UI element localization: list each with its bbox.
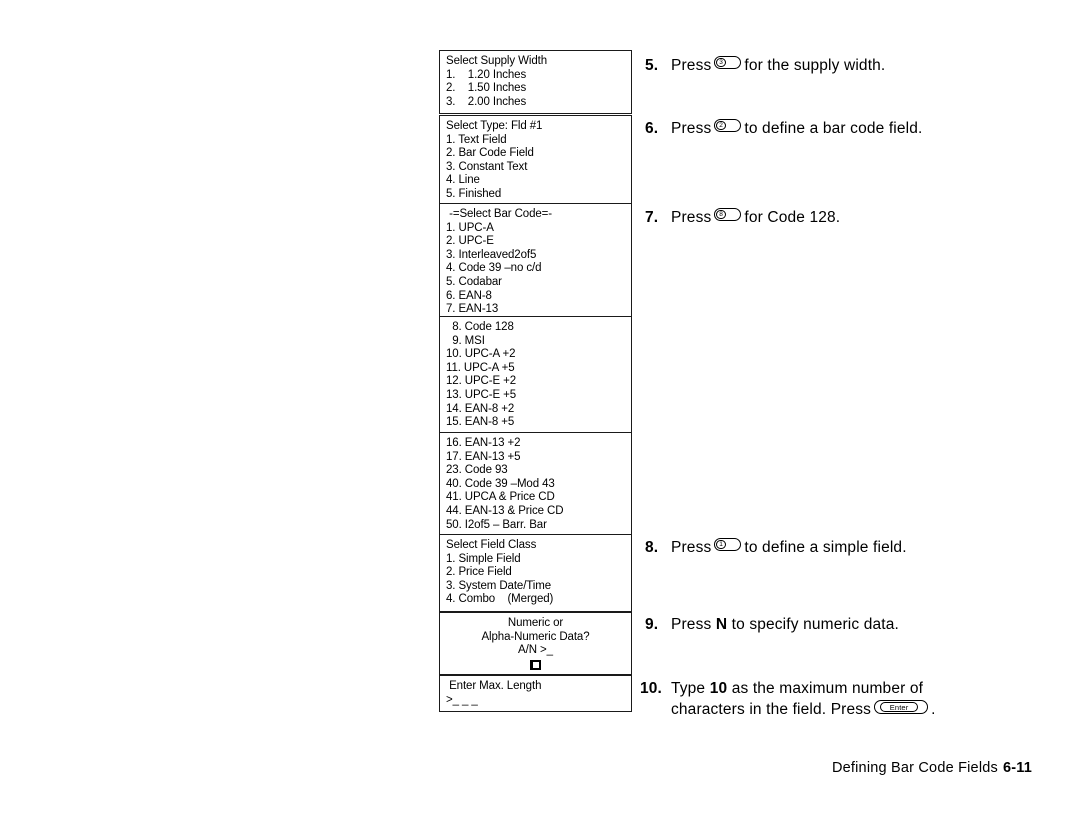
lcd-screen-select-bar-code-page2: 8. Code 128 9. MSI 10. UPC-A +2 11. UPC-A … bbox=[439, 316, 632, 435]
select-bar-code-page1-line-6: 5. Codabar bbox=[446, 275, 502, 288]
page-footer: Defining Bar Code Fields 6-11 bbox=[832, 760, 1032, 776]
step-9-post-text: to specify numeric data. bbox=[731, 616, 899, 633]
select-bar-code-page3-line-6: 44. EAN-13 & Price CD bbox=[446, 504, 564, 517]
numeric-or-alpha-numeric-prompt-line-3: A/N >_ bbox=[518, 644, 553, 657]
select-bar-code-page2-line-4: 11. UPC-A +5 bbox=[446, 361, 515, 374]
step-10-body: Type 10 as the maximum number of charact… bbox=[671, 678, 1001, 720]
numeric-or-alpha-numeric-prompt-line-1: Numeric or bbox=[507, 617, 564, 629]
select-bar-code-page2-line-7: 14. EAN-8 +2 bbox=[446, 402, 515, 415]
step-5-post-text: for the supply width. bbox=[744, 57, 886, 74]
step-8-body: Press 1 to define a simple field. bbox=[671, 537, 907, 558]
select-bar-code-page2-line-2: 9. MSI bbox=[446, 334, 485, 347]
select-field-class-line-4: 3. System Date/Time bbox=[446, 579, 552, 592]
cursor-glyph bbox=[530, 659, 541, 670]
lcd-screen-select-supply-width: Select Supply Width 1. 1.20 Inches 2. 1.50… bbox=[439, 50, 632, 115]
select-field-class-line-3: 2. Price Field bbox=[446, 566, 512, 579]
select-bar-code-page3-line-1: 16. EAN-13 +2 bbox=[446, 437, 521, 449]
enter-max-length-line-2: >_ _ _ bbox=[446, 693, 478, 706]
step-7-pre-text: Press bbox=[671, 209, 712, 226]
keycap-enter-icon[interactable]: Enter bbox=[874, 700, 929, 714]
select-field-class-line-1: Select Field Class bbox=[446, 539, 537, 551]
select-bar-code-page1-line-4: 3. Interleaved2of5 bbox=[446, 248, 537, 261]
select-type-fld1-line-2: 1. Text Field bbox=[446, 133, 507, 146]
step-8-pre-text: Press bbox=[671, 539, 712, 556]
step-9-number: 9. bbox=[645, 616, 659, 633]
lcd-screen-numeric-prompt: Numeric or Alpha-Numeric Data? A/N >_ bbox=[439, 612, 632, 675]
select-type-fld1-line-4: 3. Constant Text bbox=[446, 160, 528, 173]
keycap-3-icon[interactable]: 3 bbox=[714, 56, 742, 69]
keycap-enter-label: Enter bbox=[880, 702, 919, 712]
step-5-pre-text: Press bbox=[671, 57, 712, 74]
keycap-8-icon[interactable]: 8 bbox=[714, 208, 742, 221]
numeric-or-alpha-numeric-prompt-line-2: Alpha-Numeric Data? bbox=[481, 630, 590, 643]
step-8-number: 8. bbox=[645, 539, 659, 556]
lcd-screen-select-type-fld1: Select Type: Fld #1 1. Text Field 2. Bar C… bbox=[439, 115, 632, 207]
select-bar-code-page3-line-3: 23. Code 93 bbox=[446, 464, 508, 477]
select-field-class-line-5: 4. Combo (Merged) bbox=[446, 593, 554, 606]
select-supply-width-line-2: 1. 1.20 Inches bbox=[446, 68, 527, 81]
select-type-fld1-line-3: 2. Bar Code Field bbox=[446, 147, 534, 160]
keycap-1-icon[interactable]: 1 bbox=[714, 538, 742, 551]
step-6-post-text: to define a bar code field. bbox=[744, 120, 923, 137]
select-bar-code-page1-line-8: 7. EAN-13 bbox=[446, 303, 499, 316]
step-9-pre-text: Press bbox=[671, 616, 712, 633]
step-8-post-text: to define a simple field. bbox=[744, 539, 907, 556]
lcd-screen-enter-max-length: Enter Max. Length >_ _ _ bbox=[439, 675, 632, 713]
keycap-2-digit: 2 bbox=[716, 120, 726, 131]
keycap-2-icon[interactable]: 2 bbox=[714, 119, 742, 132]
select-bar-code-page3-line-4: 40. Code 39 –Mod 43 bbox=[446, 477, 555, 490]
select-bar-code-page2-line-6: 13. UPC-E +5 bbox=[446, 388, 517, 401]
step-7-body: Press 8 for Code 128. bbox=[671, 207, 840, 228]
select-bar-code-page1-line-3: 2. UPC-E bbox=[446, 235, 494, 248]
step-8: 8. Press 1 to define a simple field. bbox=[645, 537, 907, 558]
step-10-max-length-value: 10 bbox=[709, 680, 728, 697]
select-bar-code-page2-line-3: 10. UPC-A +2 bbox=[446, 348, 516, 361]
keycap-8-digit: 8 bbox=[716, 209, 726, 220]
step-9: 9. Press N to specify numeric data. bbox=[645, 614, 899, 635]
select-supply-width-line-1: Select Supply Width bbox=[446, 55, 548, 67]
select-bar-code-page3-line-2: 17. EAN-13 +5 bbox=[446, 450, 521, 463]
step-7-number: 7. bbox=[645, 209, 659, 226]
select-field-class-line-2: 1. Simple Field bbox=[446, 552, 521, 565]
step-5-body: Press 3 for the supply width. bbox=[671, 55, 885, 76]
select-type-fld1-line-6: 5. Finished bbox=[446, 187, 502, 200]
select-supply-width-line-4: 3. 2.00 Inches bbox=[446, 95, 527, 108]
step-6-pre-text: Press bbox=[671, 120, 712, 137]
select-bar-code-page3-line-5: 41. UPCA & Price CD bbox=[446, 491, 555, 504]
select-type-fld1-line-5: 4. Line bbox=[446, 174, 480, 187]
step-6: 6. Press 2 to define a bar code field. bbox=[645, 118, 923, 139]
step-10-tail: . bbox=[931, 701, 936, 718]
step-7: 7. Press 8 for Code 128. bbox=[645, 207, 840, 228]
lcd-screen-select-bar-code-page3: 16. EAN-13 +2 17. EAN-13 +5 23. Code 93 40.… bbox=[439, 432, 632, 538]
footer-page-number: 6-11 bbox=[1002, 760, 1032, 776]
step-5-number: 5. bbox=[645, 57, 659, 74]
select-bar-code-page1-line-5: 4. Code 39 –no c/d bbox=[446, 262, 542, 275]
step-10: 10. Type 10 as the maximum number of char… bbox=[640, 678, 1040, 720]
step-9-key-letter: N bbox=[715, 616, 728, 633]
step-10-pre-text: Type bbox=[671, 680, 706, 697]
footer-chapter-title: Defining Bar Code Fields bbox=[831, 760, 998, 776]
step-9-body: Press N to specify numeric data. bbox=[671, 614, 899, 635]
select-bar-code-page1-line-2: 1. UPC-A bbox=[446, 221, 494, 234]
select-bar-code-page1-line-1: -=Select Bar Code=- bbox=[446, 208, 553, 220]
step-10-number: 10. bbox=[640, 680, 662, 697]
select-bar-code-page1-line-7: 6. EAN-8 bbox=[446, 289, 492, 302]
step-6-body: Press 2 to define a bar code field. bbox=[671, 118, 923, 139]
select-bar-code-page2-line-1: 8. Code 128 bbox=[446, 321, 514, 333]
keycap-3-digit: 3 bbox=[716, 57, 726, 68]
enter-max-length-line-1: Enter Max. Length bbox=[446, 680, 542, 692]
lcd-screen-select-bar-code-page1: -=Select Bar Code=- 1. UPC-A 2. UPC-E 3. In… bbox=[439, 203, 632, 322]
lcd-screen-select-field-class: Select Field Class 1. Simple Field 2. Pric… bbox=[439, 534, 632, 612]
select-bar-code-page2-line-8: 15. EAN-8 +5 bbox=[446, 416, 515, 429]
lcd-cursor-block-icon bbox=[440, 659, 631, 670]
select-bar-code-page3-line-7: 50. I2of5 – Barr. Bar bbox=[446, 518, 547, 531]
select-supply-width-line-3: 2. 1.50 Inches bbox=[446, 82, 527, 95]
select-type-fld1-line-1: Select Type: Fld #1 bbox=[446, 120, 543, 132]
step-6-number: 6. bbox=[645, 120, 659, 137]
keycap-1-digit: 1 bbox=[716, 539, 726, 550]
select-bar-code-page2-line-5: 12. UPC-E +2 bbox=[446, 375, 517, 388]
step-5: 5. Press 3 for the supply width. bbox=[645, 55, 885, 76]
step-7-post-text: for Code 128. bbox=[744, 209, 841, 226]
